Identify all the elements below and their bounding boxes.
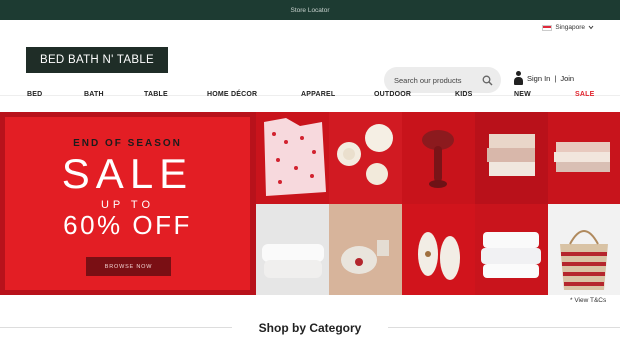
promo-headline: SALE [61, 150, 194, 197]
account-separator: | [554, 74, 557, 83]
site-header: Singapore BED BATH N' TABLE Sign In | Jo… [0, 20, 620, 96]
nav-item-outdoor[interactable]: OUTDOOR [374, 91, 411, 98]
nav-item-apparel[interactable]: APPAREL [301, 91, 335, 98]
region-label: Singapore [555, 24, 585, 31]
user-icon[interactable] [514, 71, 523, 86]
product-tile-linens[interactable] [548, 112, 620, 204]
store-locator-link[interactable]: Store Locator [290, 7, 329, 14]
singapore-flag-icon [542, 24, 553, 31]
product-tile-blankets[interactable] [475, 112, 548, 204]
nav-item-bath[interactable]: BATH [84, 91, 104, 98]
shop-by-category-heading: Shop by Category [258, 321, 362, 335]
product-tile-lamp[interactable] [402, 112, 475, 204]
nav-item-new[interactable]: NEW [514, 91, 531, 98]
chevron-down-icon [588, 25, 594, 30]
promo-eyebrow: END OF SEASON [73, 138, 182, 149]
nav-item-bed[interactable]: BED [27, 91, 42, 98]
account-links: Sign In | Join [514, 71, 574, 86]
search-icon[interactable] [482, 75, 493, 86]
product-tile-pyjamas[interactable] [256, 112, 329, 204]
sale-promo-panel: END OF SEASON SALE UP TO 60% OFF BROWSE … [5, 117, 250, 290]
product-tile-mug[interactable] [329, 204, 402, 295]
terms-link[interactable]: * View T&Cs [570, 297, 606, 304]
nav-item-kids[interactable]: KIDS [455, 91, 473, 98]
sign-in-link[interactable]: Sign In [527, 74, 550, 83]
product-tile-plates[interactable] [329, 112, 402, 204]
promo-discount: 60% OFF [63, 210, 192, 240]
join-link[interactable]: Join [560, 74, 574, 83]
nav-item-table[interactable]: TABLE [144, 91, 168, 98]
product-tile-pillows[interactable] [256, 204, 329, 295]
product-tile-duvet[interactable] [475, 204, 548, 295]
region-selector[interactable]: Singapore [542, 24, 594, 31]
product-tile-slippers[interactable] [402, 204, 475, 295]
search-input[interactable] [394, 75, 482, 85]
nav-item-home-decor[interactable]: HOME DÉCOR [207, 91, 257, 98]
nav-item-sale[interactable]: SALE [575, 91, 594, 98]
hero-banner[interactable]: END OF SEASON SALE UP TO 60% OFF BROWSE … [0, 112, 620, 295]
browse-now-button[interactable]: BROWSE NOW [86, 257, 171, 276]
product-tile-bag[interactable] [548, 204, 620, 295]
site-logo[interactable]: BED BATH N' TABLE [26, 47, 168, 73]
main-navigation: BED BATH TABLE HOME DÉCOR APPAREL OUTDOO… [0, 88, 620, 104]
top-announcement-bar: Store Locator [0, 0, 620, 20]
